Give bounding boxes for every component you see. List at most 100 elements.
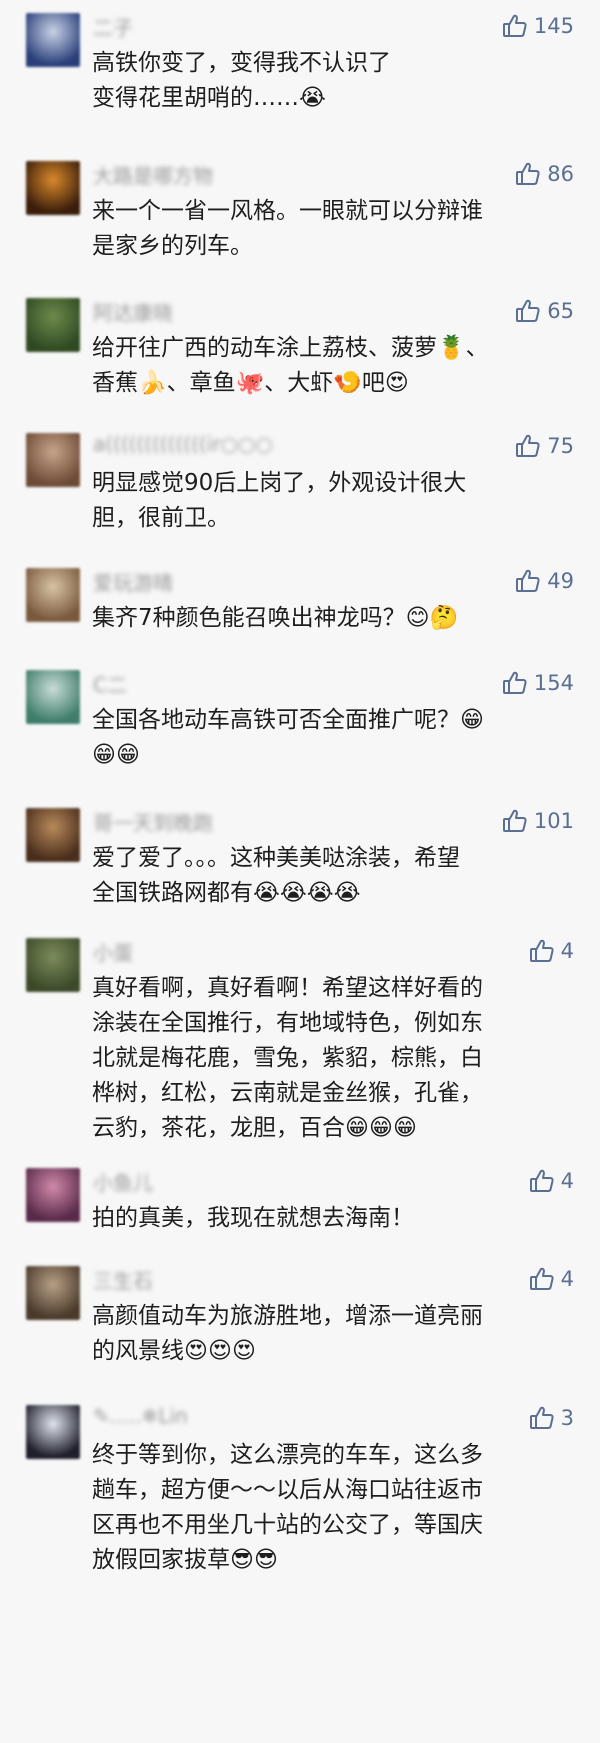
comment-item: 小蛋 4 真好看啊，真好看啊！希望这样好看的 涂装在全国推行，有地域特色，例如东 北就是… <box>0 925 600 1155</box>
avatar[interactable] <box>26 433 80 487</box>
like-button[interactable]: 86 <box>515 159 574 189</box>
thumbs-up-icon <box>502 808 528 834</box>
commenter-name-text: 爱玩游晴 <box>93 571 173 595</box>
like-button[interactable]: 145 <box>502 11 574 41</box>
avatar[interactable] <box>26 670 80 724</box>
comment-text-line: 胆，很前卫。 <box>92 505 230 531</box>
comment-text-line: 北就是梅花鹿，雪兔，紫貂，棕熊，白 <box>92 1045 483 1071</box>
avatar[interactable] <box>26 161 80 215</box>
comment-text-line: 高铁你变了，变得我不认识了 <box>92 50 391 76</box>
like-count: 101 <box>533 809 574 833</box>
like-count: 49 <box>547 569 574 593</box>
comment-text: 给开往广西的动车涂上荔枝、菠萝🍍、 香蕉🍌、章鱼🐙、大虾🍤吧😍 <box>92 331 562 401</box>
like-count: 4 <box>560 939 574 963</box>
comment-text-line: 来一个一省一风格。一眼就可以分辩谁 <box>92 198 483 224</box>
comment-item: 小鱼儿 4 拍的真美，我现在就想去海南！ <box>0 1155 600 1253</box>
like-button[interactable]: 3 <box>529 1403 574 1433</box>
commenter-name-text: 三生石 <box>93 1269 153 1293</box>
commenter-name-text: 哥一天到晚跑 <box>93 811 213 835</box>
avatar[interactable] <box>26 13 80 67</box>
avatar[interactable] <box>26 938 80 992</box>
avatar[interactable] <box>26 1168 80 1222</box>
commenter-name-text: 小鱼儿 <box>93 1171 153 1195</box>
commenter-name-text: ✎.....❄Lin <box>93 1404 188 1428</box>
commenter-name-text: a(((((((((((((ir○○○ <box>93 432 273 456</box>
commenter-name-text: 二子 <box>93 16 133 40</box>
comment-item: 大路是哪方物 86 来一个一省一风格。一眼就可以分辩谁 是家乡的列车。 <box>0 148 600 285</box>
comment-text-line: 明显感觉90后上岗了，外观设计很大 <box>92 470 467 496</box>
like-count: 75 <box>547 434 574 458</box>
comment-text-line: 的风景线😍😍😍 <box>92 1338 256 1364</box>
like-button[interactable]: 4 <box>529 1264 574 1294</box>
comment-text: 全国各地动车高铁可否全面推广呢？😁 😁😁 <box>92 703 562 773</box>
avatar[interactable] <box>26 298 80 352</box>
comment-text-line: 爱了爱了。。。这种美美哒涂装，希望 <box>92 845 460 871</box>
comment-item: C二 154 全国各地动车高铁可否全面推广呢？😁 😁😁 <box>0 657 600 795</box>
comment-text-line: 趟车，超方便～～以后从海口站往返市 <box>92 1477 483 1503</box>
comment-text-line: 给开往广西的动车涂上荔枝、菠萝🍍、 <box>92 335 489 361</box>
comment-text: 高铁你变了，变得我不认识了 变得花里胡哨的……😭 <box>92 46 562 116</box>
comment-text-line: 全国铁路网都有😭😭😭😭 <box>92 880 361 906</box>
comment-text: 终于等到你，这么漂亮的车车，这么多 趟车，超方便～～以后从海口站往返市 区再也不用坐… <box>92 1438 562 1578</box>
comment-text-line: 是家乡的列车。 <box>92 233 253 259</box>
comment-text-line: 全国各地动车高铁可否全面推广呢？😁 <box>92 707 484 733</box>
thumbs-up-icon <box>515 568 541 594</box>
commenter-name[interactable]: C二 <box>93 669 127 698</box>
thumbs-up-icon <box>529 1168 555 1194</box>
thumbs-up-icon <box>515 161 541 187</box>
comment-text: 集齐7种颜色能召唤出神龙吗？😊🤔 <box>92 601 562 636</box>
commenter-name[interactable]: ✎.....❄Lin <box>93 1404 188 1428</box>
avatar[interactable] <box>26 1266 80 1320</box>
commenter-name[interactable]: 小蛋 <box>93 937 133 966</box>
commenter-name[interactable]: 阿达康晓 <box>93 297 173 326</box>
like-button[interactable]: 101 <box>502 806 574 836</box>
comment-text-line: 云豹，茶花，龙胆，百合😁😁😁 <box>92 1115 417 1141</box>
comment-text-line: 拍的真美，我现在就想去海南！ <box>92 1205 414 1231</box>
thumbs-up-icon <box>515 298 541 324</box>
comment-text-line: 集齐7种颜色能召唤出神龙吗？😊🤔 <box>92 605 459 631</box>
like-count: 65 <box>547 299 574 323</box>
like-button[interactable]: 154 <box>502 668 574 698</box>
commenter-name-text: C二 <box>93 673 127 697</box>
commenter-name[interactable]: 二子 <box>93 12 133 41</box>
like-count: 145 <box>533 14 574 38</box>
avatar[interactable] <box>26 1405 80 1459</box>
commenter-name[interactable]: 爱玩游晴 <box>93 567 173 596</box>
commenter-name[interactable]: 大路是哪方物 <box>93 160 213 189</box>
comment-item: 阿达康晓 65 给开往广西的动车涂上荔枝、菠萝🍍、 香蕉🍌、章鱼🐙、大虾🍤吧😍 <box>0 285 600 420</box>
like-button[interactable]: 65 <box>515 296 574 326</box>
like-count: 3 <box>560 1406 574 1430</box>
comment-text: 明显感觉90后上岗了，外观设计很大 胆，很前卫。 <box>92 466 562 536</box>
commenter-name[interactable]: 哥一天到晚跑 <box>93 807 213 836</box>
comment-list: 二子 145 高铁你变了，变得我不认识了 变得花里胡哨的……😭 大路是哪方物 86 来一个一… <box>0 0 600 1743</box>
thumbs-up-icon <box>529 1266 555 1292</box>
comment-text-line: 变得花里胡哨的……😭 <box>92 85 326 111</box>
commenter-name[interactable]: 三生石 <box>93 1265 153 1294</box>
comment-text: 拍的真美，我现在就想去海南！ <box>92 1201 562 1236</box>
like-count: 86 <box>547 162 574 186</box>
commenter-name[interactable]: a(((((((((((((ir○○○ <box>93 432 273 456</box>
thumbs-up-icon <box>502 670 528 696</box>
commenter-name-text: 大路是哪方物 <box>93 164 213 188</box>
avatar[interactable] <box>26 568 80 622</box>
comment-text-line: 高颜值动车为旅游胜地，增添一道亮丽 <box>92 1303 483 1329</box>
like-button[interactable]: 49 <box>515 566 574 596</box>
like-button[interactable]: 4 <box>529 936 574 966</box>
comment-item: 爱玩游晴 49 集齐7种颜色能召唤出神龙吗？😊🤔 <box>0 555 600 657</box>
like-button[interactable]: 4 <box>529 1166 574 1196</box>
thumbs-up-icon <box>529 938 555 964</box>
comment-text-line: 终于等到你，这么漂亮的车车，这么多 <box>92 1442 483 1468</box>
comment-text: 爱了爱了。。。这种美美哒涂装，希望 全国铁路网都有😭😭😭😭 <box>92 841 562 911</box>
avatar[interactable] <box>26 808 80 862</box>
comment-item: a(((((((((((((ir○○○ 75 明显感觉90后上岗了，外观设计很大 胆，… <box>0 420 600 555</box>
comment-text-line: 桦树，红松，云南就是金丝猴，孔雀， <box>92 1080 483 1106</box>
thumbs-up-icon <box>502 13 528 39</box>
commenter-name[interactable]: 小鱼儿 <box>93 1167 153 1196</box>
like-button[interactable]: 75 <box>515 431 574 461</box>
commenter-name-text: 阿达康晓 <box>93 301 173 325</box>
comment-text: 真好看啊，真好看啊！希望这样好看的 涂装在全国推行，有地域特色，例如东 北就是梅花鹿… <box>92 971 562 1146</box>
comment-item: ✎.....❄Lin 3 终于等到你，这么漂亮的车车，这么多 趟车，超方便～～以后从海… <box>0 1392 600 1743</box>
comment-item: 哥一天到晚跑 101 爱了爱了。。。这种美美哒涂装，希望 全国铁路网都有😭😭😭😭 <box>0 795 600 925</box>
thumbs-up-icon <box>529 1405 555 1431</box>
comment-text-line: 放假回家拔草😎😎 <box>92 1547 278 1573</box>
